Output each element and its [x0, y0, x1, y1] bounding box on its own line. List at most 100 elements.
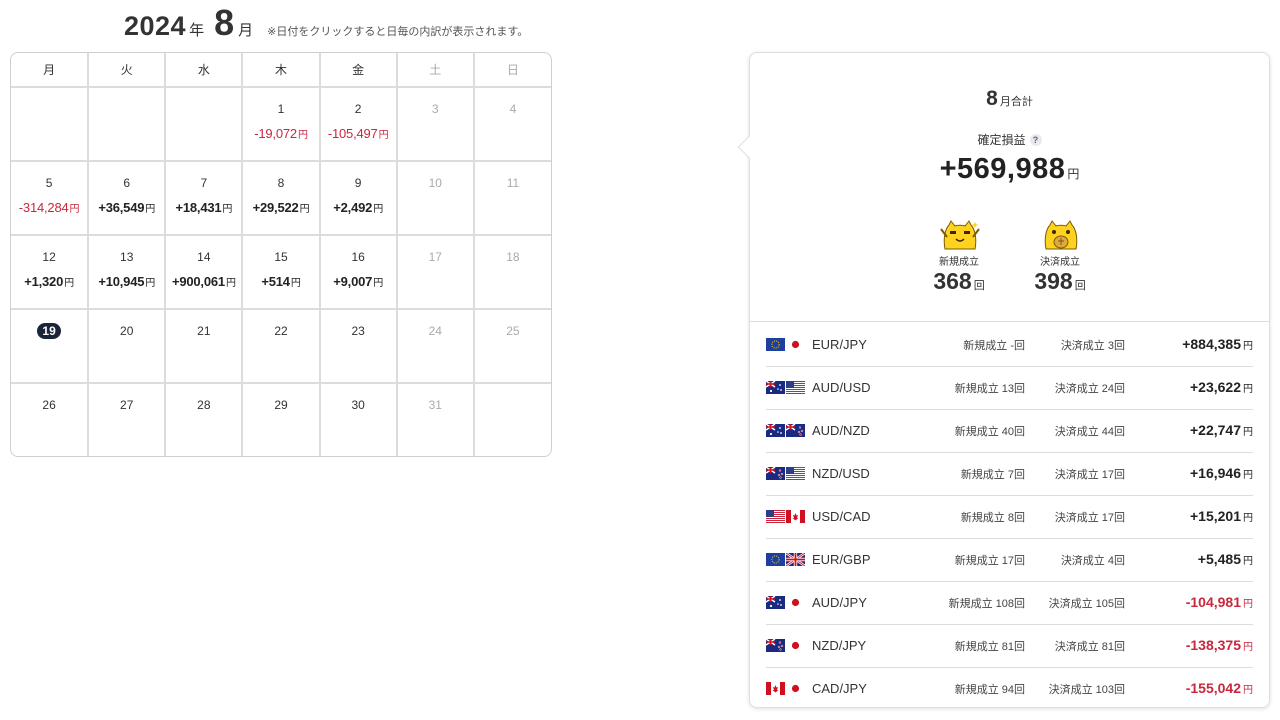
calendar-day-cell[interactable]: 11 [473, 161, 551, 236]
profit-total: +569,988 円 [750, 153, 1269, 186]
calendar-day-cell[interactable]: 4 [473, 87, 551, 162]
calendar-day-cell[interactable]: 7 +18,431円 [165, 161, 244, 236]
day-profit-unit: 円 [378, 130, 389, 141]
uk-flag-icon [786, 553, 805, 566]
pair-new-count: 新規成立 7回 [960, 469, 1025, 481]
calendar-day-cell[interactable]: 8 +29,522円 [242, 161, 321, 236]
day-profit-unit: 円 [145, 278, 156, 289]
closed-orders-value: 398 回 [1010, 268, 1110, 295]
calendar-day-cell[interactable]: 2 -105,497円 [319, 87, 398, 162]
pair-profit-loss: +22,747 円 [1190, 422, 1253, 438]
currency-pair-row[interactable]: EUR/GBP 新規成立 17回 決済成立 4回 +5,485 円 [766, 539, 1253, 582]
currency-pair-row[interactable]: AUD/NZD 新規成立 40回 決済成立 44回 +22,747 円 [766, 410, 1253, 453]
calendar-day-cell[interactable]: 6 +36,549円 [88, 161, 167, 236]
day-number: 29 [274, 398, 288, 412]
pair-close-count: 決済成立 81回 [1054, 641, 1125, 653]
calendar-year-unit: 年 [189, 22, 205, 39]
new-orders-count: 368 [933, 268, 972, 294]
pair-profit-loss: -155,042 円 [1186, 680, 1253, 696]
pair-profit-loss: +884,385 円 [1182, 336, 1253, 352]
pair-profit-value: +5,485 [1197, 551, 1241, 567]
calendar-year: 2024 [124, 11, 187, 41]
currency-pair-row[interactable]: AUD/USD 新規成立 13回 決済成立 24回 +23,622 円 [766, 367, 1253, 410]
day-profit-value: +36,549 [98, 200, 145, 215]
weekday-header: 日 [473, 53, 551, 88]
currency-pair-row[interactable]: NZD/JPY 新規成立 81回 決済成立 81回 -138,375 円 [766, 625, 1253, 668]
pair-profit-loss: -104,981 円 [1186, 594, 1253, 610]
calendar-day-cell[interactable]: 17 [396, 235, 475, 310]
calendar-note: ※日付をクリックすると日毎の内訳が表示されます。 [267, 26, 529, 38]
calendar-day-cell[interactable]: 29 [242, 383, 321, 456]
day-number: 5 [45, 176, 53, 190]
pair-close-count: 決済成立 17回 [1054, 512, 1125, 524]
currency-pair-row[interactable]: AUD/JPY 新規成立 108回 決済成立 105回 -104,981 円 [766, 582, 1253, 625]
currency-pair-row[interactable]: USD/CAD 新規成立 8回 決済成立 17回 +15,201 円 [766, 496, 1253, 539]
calendar-day-cell[interactable]: 13 +10,945円 [88, 235, 167, 310]
calendar-day-cell[interactable]: 3 [396, 87, 475, 162]
calendar-day-cell[interactable]: 27 [88, 383, 167, 456]
day-number: 18 [506, 250, 520, 264]
day-profit-loss: +18,431円 [166, 200, 241, 215]
currency-pair-row[interactable]: NZD/USD 新規成立 7回 決済成立 17回 +16,946 円 [766, 453, 1253, 496]
summary-title-suffix: 月合計 [999, 96, 1033, 108]
summary-month: 8 [986, 87, 998, 110]
currency-pair-row[interactable]: CAD/JPY 新規成立 94回 決済成立 103回 -155,042 円 [766, 668, 1253, 711]
calendar-day-cell[interactable]: 26 [11, 383, 90, 456]
day-number: 23 [351, 324, 365, 338]
calendar-day-cell[interactable]: 30 [319, 383, 398, 456]
closed-orders-label: 決済成立 [1040, 257, 1080, 268]
calendar-day-cell[interactable]: 12 +1,320円 [11, 235, 90, 310]
day-profit-value: +18,431 [175, 200, 222, 215]
calendar-empty-cell [474, 383, 551, 456]
new-orders-label: 新規成立 [939, 257, 979, 268]
day-number: 31 [428, 398, 442, 412]
calendar-day-cell[interactable]: 20 [88, 309, 167, 384]
currency-pair-list: EUR/JPY 新規成立 -回 決済成立 3回 +884,385 円 AUD/USD 新規成… [766, 324, 1253, 711]
calendar-day-cell[interactable]: 22 [242, 309, 321, 384]
pair-flags [766, 424, 806, 438]
monthly-summary-panel: 8 月合計 確定損益? +569,988 円 新規成立 368 回 決済成立 3… [737, 52, 1270, 711]
calendar-day-cell[interactable]: 23 [319, 309, 398, 384]
calendar-day-cell[interactable]: 10 [396, 161, 475, 236]
calendar-empty-cell [165, 87, 244, 162]
day-number: 28 [197, 398, 211, 412]
profit-label: 確定損益 [977, 133, 1026, 147]
calendar-day-cell[interactable]: 25 [473, 309, 551, 384]
day-number: 25 [506, 324, 520, 338]
calendar-day-cell[interactable]: 28 [165, 383, 244, 456]
us-flag-icon [786, 467, 805, 480]
pair-profit-loss: +23,622 円 [1190, 379, 1253, 395]
calendar-day-cell[interactable]: 16 +9,007円 [319, 235, 398, 310]
pair-profit-unit: 円 [1243, 685, 1253, 696]
pair-profit-unit: 円 [1243, 470, 1253, 481]
tiger-mascot-cheer-icon [940, 220, 980, 250]
calendar-day-cell[interactable]: 31 [396, 383, 475, 456]
pair-new-count: 新規成立 8回 [960, 512, 1025, 524]
calendar-day-cell[interactable]: 5 -314,284円 [11, 161, 90, 236]
weekday-header: 月 [11, 53, 90, 88]
question-mark-icon[interactable]: ? [1029, 134, 1042, 146]
day-profit-value: +514 [261, 274, 290, 289]
calendar-day-cell[interactable]: 14 +900,061円 [165, 235, 244, 310]
day-number: 9 [354, 176, 362, 190]
day-number: 27 [120, 398, 134, 412]
pair-close-count: 決済成立 44回 [1054, 426, 1125, 438]
day-number: 12 [42, 250, 56, 264]
weekday-header: 土 [396, 53, 475, 88]
pair-name: NZD/JPY [812, 638, 867, 653]
profit-value: +569,988 [939, 153, 1066, 185]
calendar-day-cell[interactable]: 1 -19,072円 [242, 87, 321, 162]
day-profit-value: -314,284 [18, 200, 69, 215]
calendar-day-cell[interactable]: 21 [165, 309, 244, 384]
calendar-day-cell[interactable]: 19 [11, 309, 90, 384]
calendar-month-unit: 月 [238, 22, 254, 39]
weekday-header: 水 [165, 53, 244, 88]
currency-pair-row[interactable]: EUR/JPY 新規成立 -回 決済成立 3回 +884,385 円 [766, 324, 1253, 367]
pair-name: NZD/USD [812, 466, 870, 481]
day-profit-value: +29,522 [252, 200, 299, 215]
calendar-day-cell[interactable]: 9 +2,492円 [319, 161, 398, 236]
calendar-day-cell[interactable]: 15 +514円 [242, 235, 321, 310]
calendar-day-cell[interactable]: 24 [396, 309, 475, 384]
today-day-number: 19 [37, 323, 61, 339]
calendar-day-cell[interactable]: 18 [473, 235, 551, 310]
